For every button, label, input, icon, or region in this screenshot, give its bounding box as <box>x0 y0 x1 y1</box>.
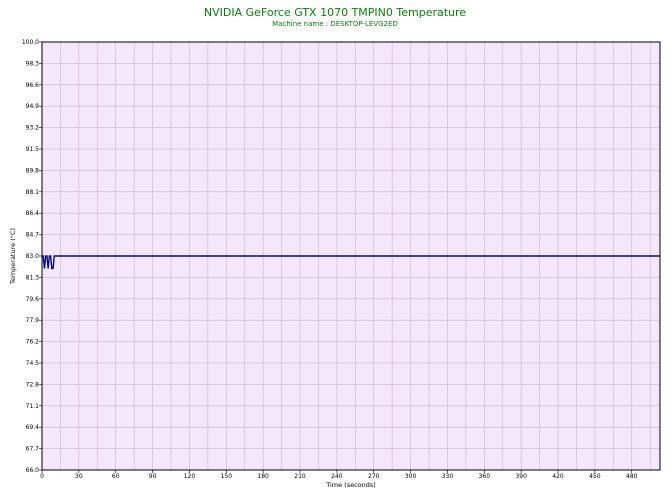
y-tick-label: 93.2 <box>26 125 40 132</box>
y-tick-label: 91.5 <box>26 146 40 153</box>
y-tick-label: 98.3 <box>26 60 40 67</box>
y-tick-label: 69.4 <box>26 424 40 431</box>
y-tick-label: 67.7 <box>26 446 40 453</box>
x-tick-label: 30 <box>75 473 83 480</box>
y-tick-label: 83.0 <box>26 253 40 260</box>
x-axis-ticks: 0 30 60 90 120 150 180 210 240 270 300 330 360 390 420… <box>40 470 638 480</box>
y-tick-label: 81.3 <box>26 274 40 281</box>
x-tick-label: 330 <box>442 473 454 480</box>
x-tick-label: 90 <box>149 473 157 480</box>
y-tick-label: 86.4 <box>26 210 40 217</box>
x-tick-label: 360 <box>479 473 491 480</box>
x-tick-label: 120 <box>184 473 196 480</box>
x-tick-label: 480 <box>626 473 638 480</box>
y-tick-label: 71.1 <box>26 403 40 410</box>
y-tick-label: 89.8 <box>26 167 40 174</box>
y-tick-label: 66.0 <box>26 467 40 474</box>
y-tick-label: 84.7 <box>26 232 40 239</box>
y-tick-label: 76.2 <box>26 339 40 346</box>
x-tick-label: 240 <box>331 473 343 480</box>
y-tick-label: 74.5 <box>26 360 40 367</box>
y-tick-label: 77.9 <box>26 317 40 324</box>
x-tick-label: 390 <box>515 473 527 480</box>
y-tick-label: 94.9 <box>26 103 40 110</box>
x-axis-label: Time (seconds) <box>325 481 376 489</box>
x-tick-label: 450 <box>589 473 601 480</box>
x-tick-label: 0 <box>40 473 44 480</box>
y-axis-ticks: 100.0 98.3 96.6 94.9 93.2 91.5 89.8 88.1 86.4 84.… <box>22 39 42 474</box>
x-tick-label: 180 <box>257 473 269 480</box>
x-tick-label: 210 <box>294 473 306 480</box>
x-tick-label: 150 <box>221 473 233 480</box>
y-tick-label: 79.6 <box>26 296 40 303</box>
x-tick-label: 270 <box>368 473 380 480</box>
x-tick-label: 300 <box>405 473 417 480</box>
y-axis-label: Temperature (°C) <box>9 228 17 285</box>
y-tick-label: 96.6 <box>26 82 40 89</box>
y-tick-label: 88.1 <box>26 189 40 196</box>
y-tick-label: 72.8 <box>26 381 40 388</box>
y-tick-label: 100.0 <box>22 39 39 46</box>
x-tick-label: 60 <box>112 473 120 480</box>
x-tick-label: 420 <box>552 473 564 480</box>
temperature-chart: 0 30 60 90 120 150 180 210 240 270 300 330 360 390 420… <box>9 39 661 489</box>
